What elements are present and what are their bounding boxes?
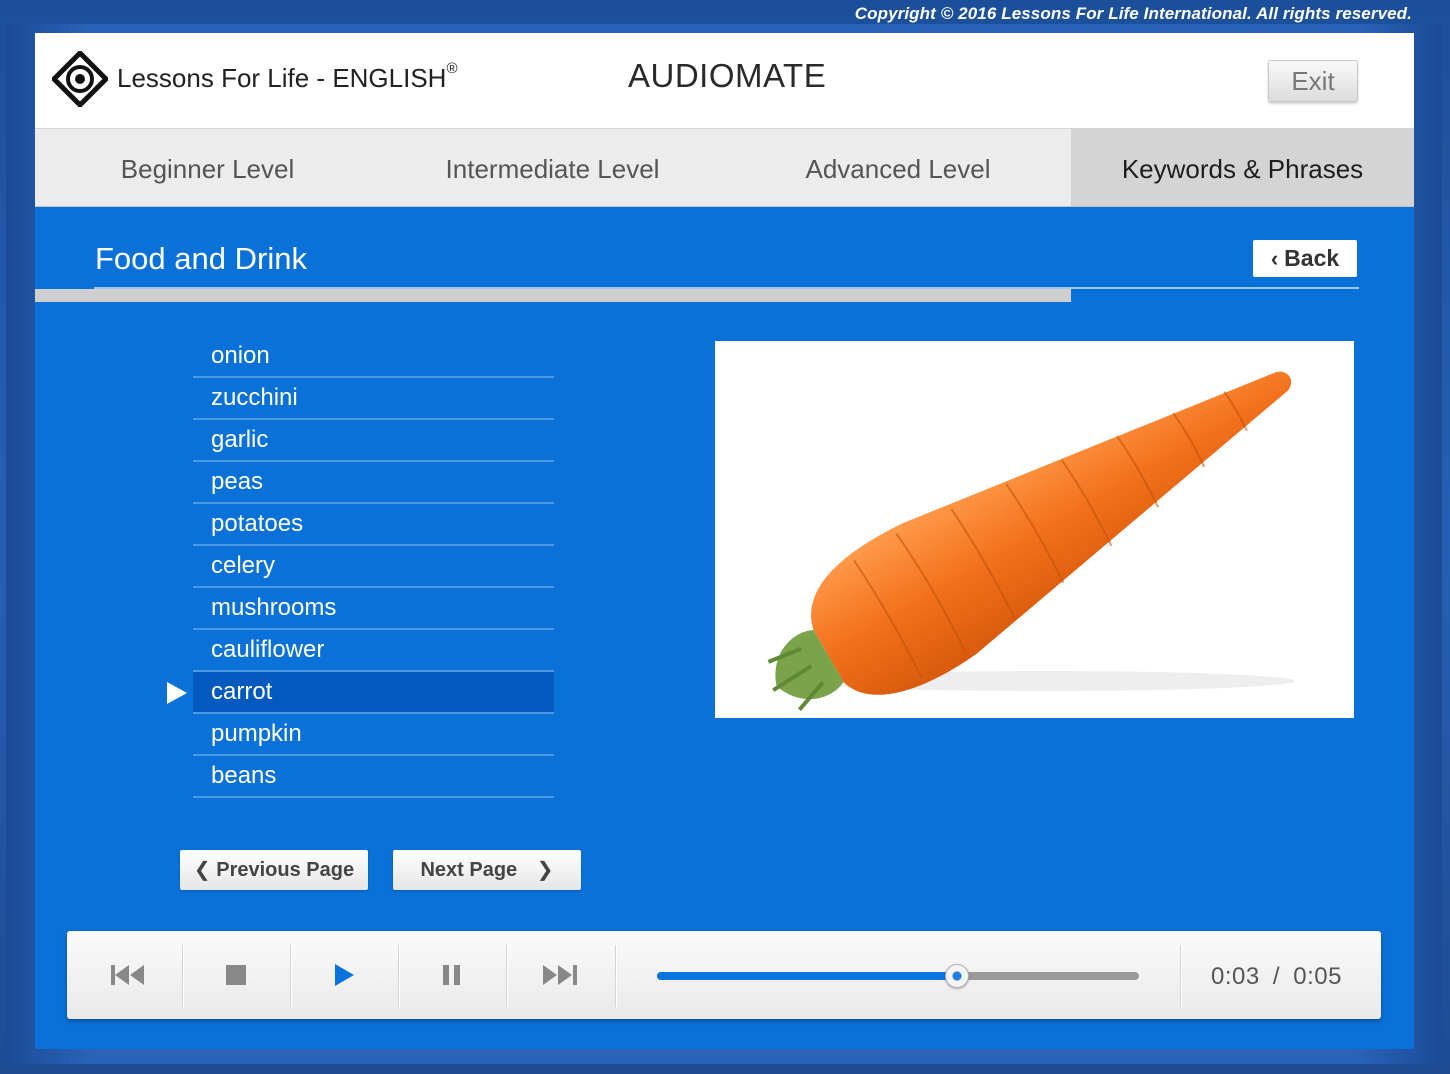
current-time: 0:03 — [1211, 963, 1260, 990]
play-indicator-icon — [167, 682, 187, 704]
word-label: mushrooms — [211, 594, 337, 621]
word-list: onion zucchini garlic peas potatoes cele… — [167, 336, 554, 798]
previous-page-button[interactable]: ❮ Previous Page — [180, 850, 368, 890]
seek-bar-progress — [657, 972, 956, 980]
level-tabs: Beginner Level Intermediate Level Advanc… — [35, 129, 1414, 302]
list-item[interactable]: onion — [193, 336, 554, 378]
word-label: cauliflower — [211, 636, 325, 663]
tab-advanced-level[interactable]: Advanced Level — [725, 129, 1071, 193]
logo-text: Lessons For Life - ENGLISH® — [117, 60, 458, 94]
play-icon — [335, 964, 354, 986]
app-title: AUDIOMATE — [628, 57, 827, 94]
stop-button[interactable] — [182, 931, 290, 1019]
divider — [615, 945, 616, 1007]
list-item[interactable]: zucchini — [193, 378, 554, 420]
copyright-notice: Copyright © 2016 Lessons For Life Intern… — [854, 4, 1412, 23]
seek-bar-handle[interactable] — [944, 964, 969, 988]
pause-icon — [443, 965, 460, 985]
total-time: 0:05 — [1293, 963, 1342, 990]
list-item[interactable]: beans — [193, 756, 554, 798]
time-separator: / — [1272, 963, 1281, 990]
next-page-label: Next Page — [420, 859, 518, 881]
tabs-underline — [35, 289, 1071, 302]
list-item[interactable]: mushrooms — [193, 588, 554, 630]
tab-beginner-level[interactable]: Beginner Level — [35, 129, 380, 193]
skip-back-button[interactable] — [74, 931, 182, 1019]
word-label: garlic — [211, 426, 269, 453]
header: Lessons For Life - ENGLISH® AUDIOMATE Ex… — [35, 33, 1414, 129]
chevron-right-icon: ❯ — [536, 859, 554, 881]
section-title: Food and Drink — [95, 241, 307, 276]
logo-title: Lessons For Life - ENGLISH — [117, 63, 447, 93]
seek-bar[interactable] — [657, 964, 1139, 988]
word-label: celery — [211, 552, 276, 579]
carrot-image — [767, 371, 1295, 712]
word-label: zucchini — [211, 384, 298, 411]
pause-button[interactable] — [398, 931, 506, 1019]
app-window: Lessons For Life - ENGLISH® AUDIOMATE Ex… — [35, 33, 1414, 1049]
skip-forward-button[interactable] — [506, 931, 614, 1019]
chevron-left-icon: ‹ — [1270, 246, 1279, 271]
word-label: pumpkin — [211, 720, 302, 747]
vocabulary-image — [715, 341, 1354, 718]
back-button-label: Back — [1284, 245, 1340, 271]
chevron-left-icon: ❮ — [193, 859, 211, 881]
word-label: potatoes — [211, 510, 304, 537]
word-label: onion — [211, 342, 270, 369]
list-item[interactable]: potatoes — [193, 504, 554, 546]
back-button[interactable]: ‹ Back — [1253, 240, 1357, 277]
list-item[interactable]: cauliflower — [193, 630, 554, 672]
list-item[interactable]: peas — [193, 462, 554, 504]
word-label: beans — [211, 762, 277, 789]
divider — [1180, 945, 1181, 1007]
exit-button[interactable]: Exit — [1268, 60, 1358, 102]
previous-page-label: Previous Page — [216, 859, 355, 881]
skip-back-icon — [111, 965, 144, 985]
play-button[interactable] — [290, 931, 398, 1019]
list-item[interactable]: celery — [193, 546, 554, 588]
logo-icon — [52, 51, 108, 107]
tab-intermediate-level[interactable]: Intermediate Level — [380, 129, 725, 193]
word-label: carrot — [211, 678, 273, 705]
time-display: 0:03 / 0:05 — [1211, 963, 1342, 991]
list-item-selected[interactable]: carrot — [167, 672, 554, 714]
audio-player: 0:03 / 0:05 — [67, 931, 1381, 1019]
next-page-button[interactable]: Next Page ❯ — [393, 850, 581, 890]
title-divider — [94, 287, 1359, 289]
list-item[interactable]: pumpkin — [193, 714, 554, 756]
list-item[interactable]: garlic — [193, 420, 554, 462]
skip-forward-icon — [543, 965, 577, 985]
word-label: peas — [211, 468, 264, 495]
tab-keywords-phrases[interactable]: Keywords & Phrases — [1071, 129, 1414, 206]
registered-mark: ® — [446, 60, 458, 78]
stop-icon — [226, 965, 246, 985]
